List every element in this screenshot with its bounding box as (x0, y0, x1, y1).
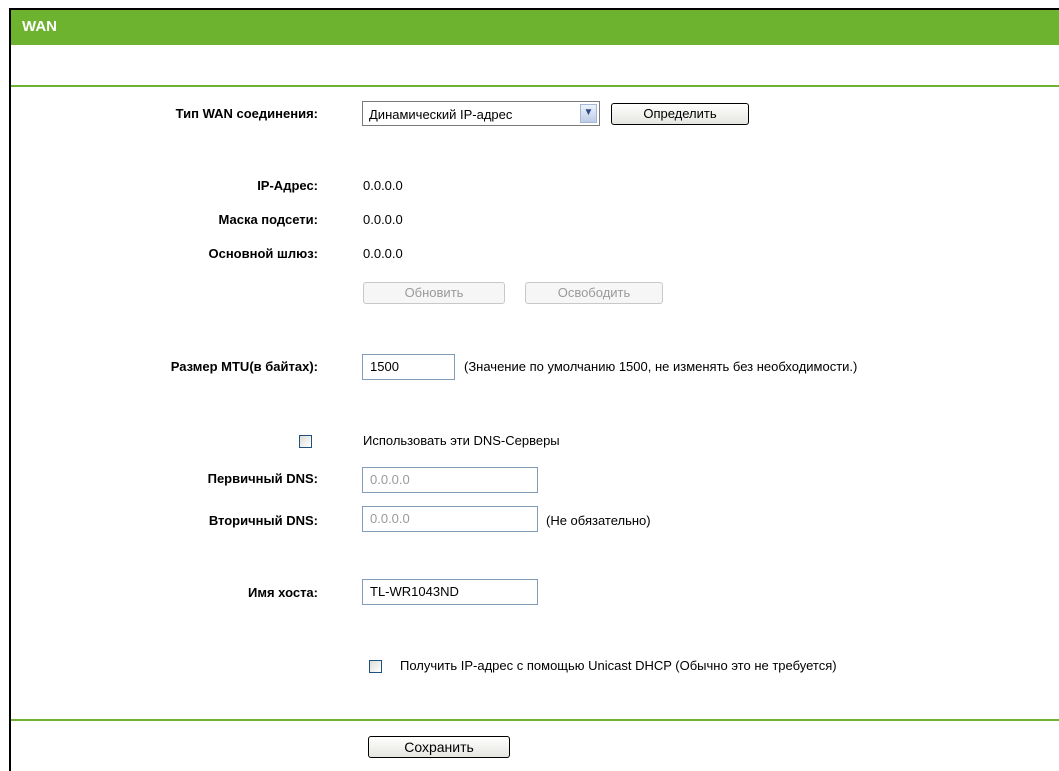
ip-address-label: IP-Адрес: (257, 178, 318, 193)
mtu-label: Размер MTU(в байтах): (170, 359, 318, 374)
use-dns-label: Использовать эти DNS-Серверы (363, 433, 560, 448)
hostname-label: Имя хоста: (248, 585, 318, 600)
header-bar (11, 10, 1059, 45)
renew-button[interactable]: Обновить (363, 282, 505, 304)
mtu-hint: (Значение по умолчанию 1500, не изменять… (464, 359, 858, 374)
secondary-dns-label: Вторичный DNS: (208, 513, 318, 528)
wan-type-label: Тип WAN соединения: (175, 106, 318, 121)
unicast-dhcp-label: Получить IP-адрес с помощью Unicast DHCP… (400, 658, 837, 673)
bottom-divider (11, 719, 1059, 721)
save-button[interactable]: Сохранить (368, 736, 510, 758)
primary-dns-label: Первичный DNS: (207, 471, 318, 486)
mtu-input[interactable]: 1500 (362, 354, 455, 380)
use-dns-checkbox[interactable] (299, 435, 312, 448)
page-title: WAN (22, 18, 57, 35)
secondary-dns-input[interactable]: 0.0.0.0 (362, 506, 538, 532)
wan-type-select[interactable]: Динамический IP-адрес ▼ (362, 101, 600, 126)
subnet-mask-label: Маска подсети: (218, 212, 318, 227)
chevron-down-icon[interactable]: ▼ (580, 104, 597, 123)
subnet-mask-value: 0.0.0.0 (363, 212, 403, 227)
gateway-label: Основной шлюз: (208, 246, 318, 261)
ip-address-value: 0.0.0.0 (363, 178, 403, 193)
hostname-input[interactable]: TL-WR1043ND (362, 579, 538, 605)
secondary-dns-hint: (Не обязательно) (546, 513, 651, 528)
gateway-value: 0.0.0.0 (363, 246, 403, 261)
release-button[interactable]: Освободить (525, 282, 663, 304)
unicast-dhcp-checkbox[interactable] (369, 660, 382, 673)
top-divider (11, 85, 1059, 87)
primary-dns-input[interactable]: 0.0.0.0 (362, 467, 538, 493)
wan-type-selected: Динамический IP-адрес (369, 107, 513, 122)
detect-button[interactable]: Определить (611, 103, 749, 125)
